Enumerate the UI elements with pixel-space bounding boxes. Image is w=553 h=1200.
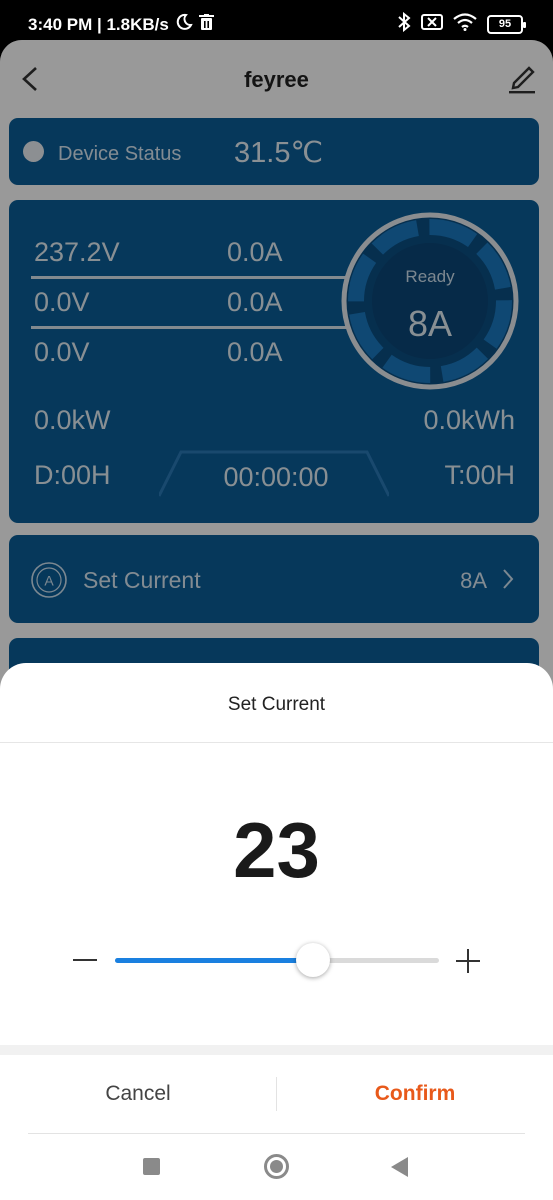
nav-back-icon[interactable] xyxy=(391,1157,408,1177)
wifi-icon xyxy=(453,13,477,36)
set-current-sheet: Set Current 23 Cancel Confirm xyxy=(0,663,553,1200)
recent-apps-icon[interactable] xyxy=(143,1158,160,1175)
slider-thumb[interactable] xyxy=(295,943,330,977)
cancel-button[interactable]: Cancel xyxy=(0,1069,276,1119)
battery-icon: 95 xyxy=(487,15,526,34)
divider-line xyxy=(28,1133,525,1134)
sheet-title: Set Current xyxy=(227,694,326,715)
decrease-icon[interactable] xyxy=(73,959,97,961)
current-slider[interactable] xyxy=(115,943,439,977)
home-icon[interactable] xyxy=(264,1154,289,1179)
status-time-speed: 3:40 PM | 1.8KB/s xyxy=(28,14,169,34)
current-value-display: 23 xyxy=(233,806,320,894)
section-separator xyxy=(0,1045,553,1055)
divider-line xyxy=(0,742,553,743)
do-not-disturb-icon xyxy=(175,13,193,36)
bluetooth-icon xyxy=(397,11,411,37)
increase-icon[interactable] xyxy=(456,949,480,973)
slider-fill xyxy=(115,958,313,963)
no-sim-icon xyxy=(421,13,443,36)
trash-icon xyxy=(198,13,214,36)
confirm-button[interactable]: Confirm xyxy=(277,1069,553,1119)
phone-screen: 3:40 PM | 1.8KB/s 95 feyree Device Statu… xyxy=(0,0,553,1200)
